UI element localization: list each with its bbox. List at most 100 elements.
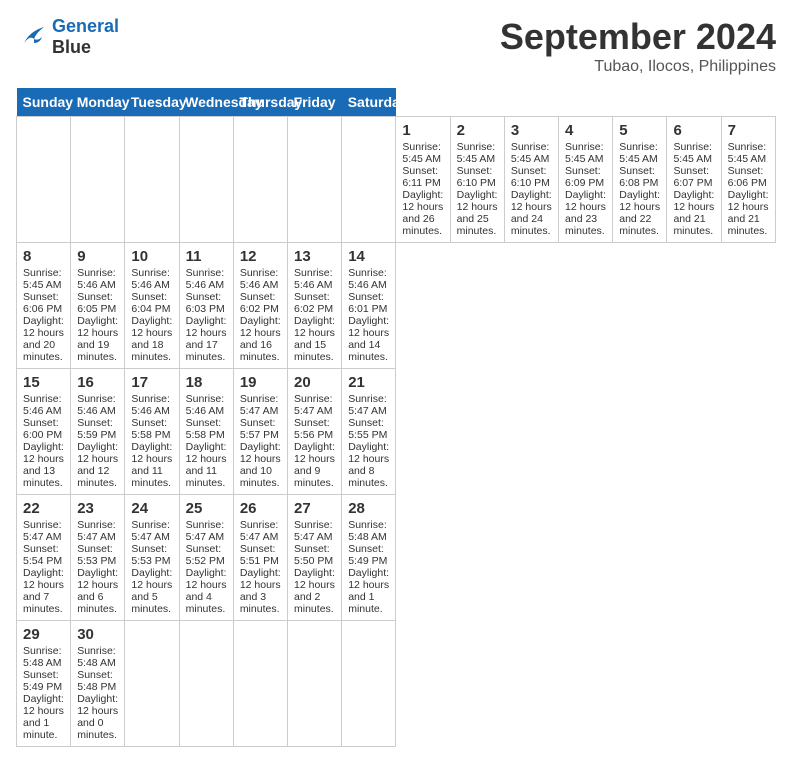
calendar-cell: 5Sunrise: 5:45 AMSunset: 6:08 PMDaylight… — [613, 117, 667, 243]
calendar-cell: 19 Sunrise: 5:47 AMSunset: 5:57 PMDayligh… — [233, 369, 287, 495]
day-number: 15 — [23, 374, 64, 391]
calendar-cell — [233, 621, 287, 747]
sunrise-text: Sunrise: 5:45 AM — [565, 141, 606, 165]
sunset-text: Sunset: 5:57 PM — [240, 417, 281, 441]
calendar-cell: 21Sunrise: 5:47 AMSunset: 5:55 PMDayligh… — [342, 369, 396, 495]
sunset-text: Sunset: 5:59 PM — [77, 417, 118, 441]
daylight-text: Daylight: 12 hours and 15 minutes. — [294, 315, 335, 363]
sunrise-text: Sunrise: 5:46 AM — [240, 267, 281, 291]
day-number: 30 — [77, 626, 118, 643]
sunset-text: Sunset: 5:49 PM — [23, 669, 64, 693]
week-row-2: 8Sunrise: 5:45 AMSunset: 6:06 PMDaylight… — [17, 243, 776, 369]
day-number: 19 — [240, 374, 281, 391]
daylight-text: Daylight: 12 hours and 1 minute. — [23, 693, 64, 741]
calendar-cell — [233, 117, 287, 243]
calendar-cell: 22 Sunrise: 5:47 AMSunset: 5:54 PMDayligh… — [17, 495, 71, 621]
day-number: 8 — [23, 248, 64, 265]
sunrise-text: Sunrise: 5:47 AM — [348, 393, 389, 417]
week-row-4: 22Sunrise: 5:47 AMSunset: 5:54 PMDayligh… — [17, 495, 776, 621]
calendar-cell: 6Sunrise: 5:45 AMSunset: 6:07 PMDaylight… — [667, 117, 721, 243]
sunrise-text: Sunrise: 5:48 AM — [77, 645, 118, 669]
day-number: 4 — [565, 122, 606, 139]
column-header-wednesday: Wednesday — [179, 88, 233, 117]
sunset-text: Sunset: 6:05 PM — [77, 291, 118, 315]
day-number: 12 — [240, 248, 281, 265]
sunset-text: Sunset: 5:55 PM — [348, 417, 389, 441]
daylight-text: Daylight: 12 hours and 10 minutes. — [240, 441, 281, 489]
sunrise-text: Sunrise: 5:45 AM — [619, 141, 660, 165]
sunset-text: Sunset: 6:10 PM — [511, 165, 552, 189]
logo-text: GeneralBlue — [52, 16, 119, 58]
sunset-text: Sunset: 5:58 PM — [186, 417, 227, 441]
daylight-text: Daylight: 12 hours and 4 minutes. — [186, 567, 227, 615]
calendar-cell: 24Sunrise: 5:47 AMSunset: 5:53 PMDayligh… — [125, 495, 179, 621]
daylight-text: Daylight: 12 hours and 23 minutes. — [565, 189, 606, 237]
calendar-cell: 17Sunrise: 5:46 AMSunset: 5:58 PMDayligh… — [125, 369, 179, 495]
sunset-text: Sunset: 6:03 PM — [186, 291, 227, 315]
calendar-cell — [17, 117, 71, 243]
sunrise-text: Sunrise: 5:46 AM — [131, 267, 172, 291]
logo-icon — [16, 23, 48, 51]
page-header: GeneralBlue September 2024 Tubao, Ilocos… — [16, 16, 776, 76]
day-number: 14 — [348, 248, 389, 265]
calendar-cell — [288, 117, 342, 243]
calendar-header-row: SundayMondayTuesdayWednesdayThursdayFrid… — [17, 88, 776, 117]
sunset-text: Sunset: 6:06 PM — [728, 165, 769, 189]
daylight-text: Daylight: 12 hours and 18 minutes. — [131, 315, 172, 363]
sunrise-text: Sunrise: 5:45 AM — [511, 141, 552, 165]
sunrise-text: Sunrise: 5:46 AM — [77, 267, 118, 291]
calendar-cell: 15Sunrise: 5:46 AMSunset: 6:00 PMDayligh… — [17, 369, 71, 495]
daylight-text: Daylight: 12 hours and 2 minutes. — [294, 567, 335, 615]
day-number: 25 — [186, 500, 227, 517]
day-number: 5 — [619, 122, 660, 139]
calendar-cell: 10Sunrise: 5:46 AMSunset: 6:04 PMDayligh… — [125, 243, 179, 369]
day-number: 1 — [402, 122, 443, 139]
sunrise-text: Sunrise: 5:47 AM — [23, 519, 64, 543]
column-header-tuesday: Tuesday — [125, 88, 179, 117]
day-number: 11 — [186, 248, 227, 265]
sunrise-text: Sunrise: 5:45 AM — [402, 141, 443, 165]
sunset-text: Sunset: 6:09 PM — [565, 165, 606, 189]
sunset-text: Sunset: 6:11 PM — [402, 165, 443, 189]
daylight-text: Daylight: 12 hours and 7 minutes. — [23, 567, 64, 615]
day-number: 21 — [348, 374, 389, 391]
sunrise-text: Sunrise: 5:47 AM — [240, 519, 281, 543]
calendar-cell — [342, 621, 396, 747]
column-header-saturday: Saturday — [342, 88, 396, 117]
daylight-text: Daylight: 12 hours and 5 minutes. — [131, 567, 172, 615]
sunset-text: Sunset: 5:51 PM — [240, 543, 281, 567]
sunrise-text: Sunrise: 5:46 AM — [77, 393, 118, 417]
sunset-text: Sunset: 6:10 PM — [457, 165, 498, 189]
daylight-text: Daylight: 12 hours and 17 minutes. — [186, 315, 227, 363]
daylight-text: Daylight: 12 hours and 26 minutes. — [402, 189, 443, 237]
calendar-cell: 29Sunrise: 5:48 AMSunset: 5:49 PMDayligh… — [17, 621, 71, 747]
calendar-cell: 18Sunrise: 5:46 AMSunset: 5:58 PMDayligh… — [179, 369, 233, 495]
sunrise-text: Sunrise: 5:45 AM — [457, 141, 498, 165]
calendar-cell — [179, 117, 233, 243]
daylight-text: Daylight: 12 hours and 25 minutes. — [457, 189, 498, 237]
calendar-cell: 26Sunrise: 5:47 AMSunset: 5:51 PMDayligh… — [233, 495, 287, 621]
sunrise-text: Sunrise: 5:46 AM — [294, 267, 335, 291]
sunrise-text: Sunrise: 5:47 AM — [294, 393, 335, 417]
title-block: September 2024 Tubao, Ilocos, Philippine… — [500, 16, 776, 76]
sunset-text: Sunset: 6:01 PM — [348, 291, 389, 315]
sunrise-text: Sunrise: 5:45 AM — [673, 141, 714, 165]
calendar-cell: 2Sunrise: 5:45 AMSunset: 6:10 PMDaylight… — [450, 117, 504, 243]
day-number: 16 — [77, 374, 118, 391]
day-number: 22 — [23, 500, 64, 517]
daylight-text: Daylight: 12 hours and 3 minutes. — [240, 567, 281, 615]
calendar-cell: 23Sunrise: 5:47 AMSunset: 5:53 PMDayligh… — [71, 495, 125, 621]
calendar-cell — [125, 621, 179, 747]
sunset-text: Sunset: 5:54 PM — [23, 543, 64, 567]
day-number: 7 — [728, 122, 769, 139]
day-number: 27 — [294, 500, 335, 517]
sunrise-text: Sunrise: 5:47 AM — [77, 519, 118, 543]
sunrise-text: Sunrise: 5:48 AM — [348, 519, 389, 543]
daylight-text: Daylight: 12 hours and 20 minutes. — [23, 315, 64, 363]
calendar-cell: 1 Sunrise: 5:45 AMSunset: 6:11 PMDaylight… — [396, 117, 450, 243]
calendar-cell: 3Sunrise: 5:45 AMSunset: 6:10 PMDaylight… — [504, 117, 558, 243]
sunset-text: Sunset: 6:08 PM — [619, 165, 660, 189]
sunset-text: Sunset: 6:07 PM — [673, 165, 714, 189]
sunrise-text: Sunrise: 5:47 AM — [240, 393, 281, 417]
day-number: 28 — [348, 500, 389, 517]
